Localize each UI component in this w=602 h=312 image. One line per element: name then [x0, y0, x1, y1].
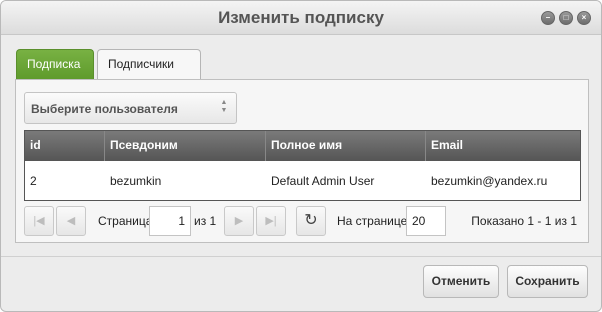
column-header-nickname[interactable]: Псевдоним [105, 131, 266, 161]
next-page-icon[interactable]: ▶ [224, 206, 254, 236]
column-header-id[interactable]: id [25, 131, 105, 161]
updown-arrows-icon: ▲ ▼ [220, 99, 228, 114]
restore-icon[interactable]: □ [559, 11, 573, 25]
page-of-label: из 1 [194, 214, 217, 228]
column-header-email[interactable]: Email [426, 131, 580, 161]
edit-subscription-dialog: Изменить подписку – □ × Подписка Подписч… [0, 0, 602, 312]
tab-subscribers[interactable]: Подписчики [97, 49, 201, 80]
grid-header: id Псевдоним Полное имя Email [25, 131, 580, 161]
save-button[interactable]: Сохранить [507, 265, 588, 298]
tab-subscription[interactable]: Подписка [16, 49, 94, 80]
cancel-button[interactable]: Отменить [423, 265, 499, 298]
cell-email: bezumkin@yandex.ru [431, 174, 548, 188]
minimize-icon[interactable]: – [541, 11, 555, 25]
subscribers-panel: Выберите пользователя ▲ ▼ id Псевдоним По… [15, 79, 589, 243]
page-label: Страница [98, 214, 153, 228]
dialog-title: Изменить подписку [218, 8, 384, 27]
page-number-input[interactable]: 1 [149, 206, 191, 236]
per-page-input[interactable]: 20 [406, 206, 446, 236]
cell-id: 2 [30, 174, 37, 188]
column-header-fullname[interactable]: Полное имя [266, 131, 426, 161]
cell-nickname: bezumkin [110, 174, 162, 188]
per-page-label: На странице: [337, 214, 411, 228]
first-page-icon[interactable]: |◀ [24, 206, 54, 236]
prev-page-icon[interactable]: ◀ [56, 206, 86, 236]
subscribers-grid: id Псевдоним Полное имя Email 2 bezumkin… [24, 130, 581, 201]
title-bar: Изменить подписку – □ × [1, 1, 601, 35]
user-select[interactable]: Выберите пользователя ▲ ▼ [24, 92, 237, 124]
shown-count-text: Показано 1 - 1 из 1 [471, 214, 577, 228]
user-select-label: Выберите пользователя [31, 102, 178, 116]
footer-divider [1, 256, 601, 257]
cell-fullname: Default Admin User [271, 174, 375, 188]
refresh-icon[interactable]: ↻ [296, 206, 326, 236]
last-page-icon[interactable]: ▶| [256, 206, 286, 236]
close-icon[interactable]: × [577, 11, 591, 25]
table-row[interactable]: 2 bezumkin Default Admin User bezumkin@y… [25, 161, 580, 201]
pagination-bar: |◀ ◀ Страница 1 из 1 ▶ ▶| ↻ На странице:… [24, 206, 581, 236]
